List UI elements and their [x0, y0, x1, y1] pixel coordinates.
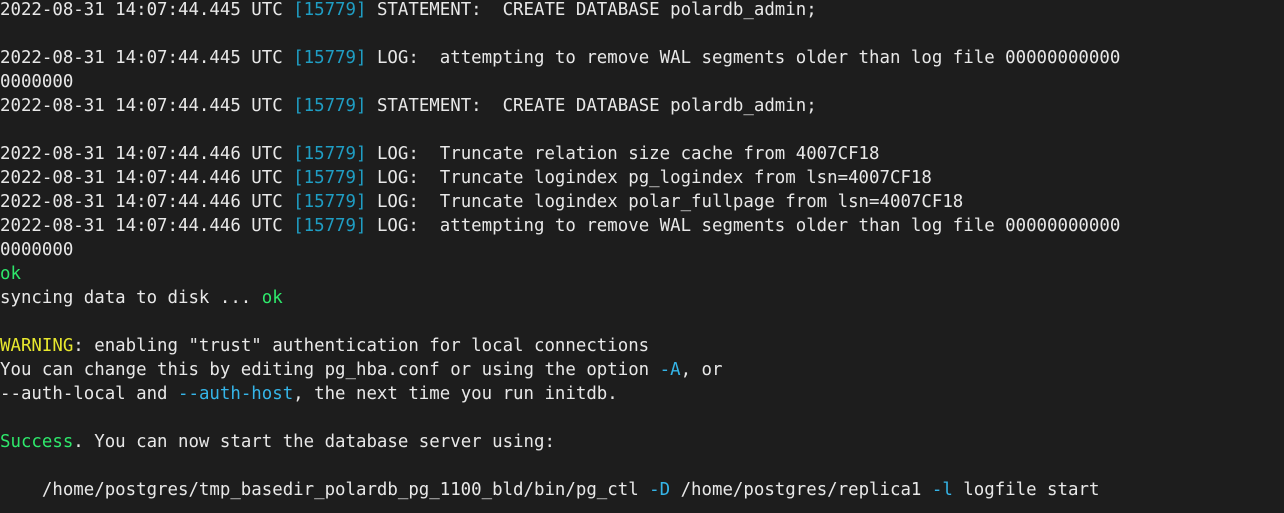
line-12-ok: ok	[0, 262, 1284, 286]
line-10-log-attempting-remove-wal-seg-2: LOG: attempting to remove WAL segments o…	[366, 216, 1121, 236]
line-17-auth-local-auth-host: --auth-local and --auth-host, the next t…	[0, 382, 1284, 406]
line-19-success-start-server: Success. You can now start the database …	[0, 430, 1284, 454]
line-4-wal-filename-wrap: 0000000	[0, 70, 1284, 94]
line-12-ok-seg-0: ok	[0, 264, 21, 284]
line-20-blank	[0, 454, 1284, 478]
line-8-truncate-logindex-pg-logindex-seg-1: [15779]	[293, 168, 367, 188]
line-16-change-pg-hba-conf-seg-2: , or	[680, 360, 723, 380]
line-11-wal-filename-wrap-seg-0: 0000000	[0, 240, 74, 260]
line-19-success-start-server-seg-0: Success	[0, 432, 74, 452]
line-8-truncate-logindex-pg-logindex-seg-2: LOG: Truncate logindex pg_logindex from …	[366, 168, 932, 188]
line-3-log-attempting-remove-wal: 2022-08-31 14:07:44.445 UTC [15779] LOG:…	[0, 46, 1284, 70]
line-13-syncing-data-to-disk: syncing data to disk ... ok	[0, 286, 1284, 310]
line-16-change-pg-hba-conf: You can change this by editing pg_hba.co…	[0, 358, 1284, 382]
line-10-log-attempting-remove-wal-seg-0: 2022-08-31 14:07:44.446 UTC	[0, 216, 294, 236]
line-10-log-attempting-remove-wal: 2022-08-31 14:07:44.446 UTC [15779] LOG:…	[0, 214, 1284, 238]
line-21-pg-ctl-command-seg-0: /home/postgres/tmp_basedir_polardb_pg_11…	[0, 480, 650, 500]
line-14-blank	[0, 310, 1284, 334]
line-4-wal-filename-wrap-seg-0: 0000000	[0, 72, 74, 92]
line-5-statement-create-database-seg-2: STATEMENT: CREATE DATABASE polardb_admin…	[366, 96, 817, 116]
line-9-truncate-logindex-polar-fullpage-seg-0: 2022-08-31 14:07:44.446 UTC	[0, 192, 294, 212]
line-15-warning-trust-authentication-seg-0: WARNING	[0, 336, 74, 356]
line-7-truncate-relation-size-cache-seg-1: [15779]	[293, 144, 367, 164]
line-1-statement-create-database-seg-1: [15779]	[293, 0, 367, 20]
line-18-blank	[0, 406, 1284, 430]
line-9-truncate-logindex-polar-fullpage-seg-2: LOG: Truncate logindex polar_fullpage fr…	[366, 192, 964, 212]
line-1-statement-create-database-seg-0: 2022-08-31 14:07:44.445 UTC	[0, 0, 294, 20]
line-13-syncing-data-to-disk-seg-1: ok	[261, 288, 283, 308]
line-11-wal-filename-wrap: 0000000	[0, 238, 1284, 262]
line-9-truncate-logindex-polar-fullpage-seg-1: [15779]	[293, 192, 367, 212]
line-9-truncate-logindex-polar-fullpage: 2022-08-31 14:07:44.446 UTC [15779] LOG:…	[0, 190, 1284, 214]
line-15-warning-trust-authentication-seg-1: : enabling "trust" authentication for lo…	[73, 336, 650, 356]
line-6-blank	[0, 118, 1284, 142]
line-16-change-pg-hba-conf-seg-1: -A	[659, 360, 681, 380]
line-21-pg-ctl-command: /home/postgres/tmp_basedir_polardb_pg_11…	[0, 478, 1284, 502]
line-10-log-attempting-remove-wal-seg-1: [15779]	[293, 216, 367, 236]
line-5-statement-create-database-seg-0: 2022-08-31 14:07:44.445 UTC	[0, 96, 294, 116]
line-21-pg-ctl-command-seg-4: logfile start	[952, 480, 1100, 500]
line-3-log-attempting-remove-wal-seg-0: 2022-08-31 14:07:44.445 UTC	[0, 48, 294, 68]
line-17-auth-local-auth-host-seg-1: --auth-host	[178, 384, 294, 404]
line-7-truncate-relation-size-cache-seg-2: LOG: Truncate relation size cache from 4…	[366, 144, 880, 164]
line-1-statement-create-database: 2022-08-31 14:07:44.445 UTC [15779] STAT…	[0, 0, 1284, 22]
line-19-success-start-server-seg-1: . You can now start the database server …	[73, 432, 555, 452]
line-8-truncate-logindex-pg-logindex-seg-0: 2022-08-31 14:07:44.446 UTC	[0, 168, 294, 188]
line-17-auth-local-auth-host-seg-2: , the next time you run initdb.	[293, 384, 618, 404]
line-8-truncate-logindex-pg-logindex: 2022-08-31 14:07:44.446 UTC [15779] LOG:…	[0, 166, 1284, 190]
line-3-log-attempting-remove-wal-seg-2: LOG: attempting to remove WAL segments o…	[366, 48, 1121, 68]
line-21-pg-ctl-command-seg-1: -D	[649, 480, 671, 500]
line-21-pg-ctl-command-seg-2: /home/postgres/replica1	[670, 480, 932, 500]
line-17-auth-local-auth-host-seg-0: --auth-local and	[0, 384, 178, 404]
line-15-warning-trust-authentication: WARNING: enabling "trust" authentication…	[0, 334, 1284, 358]
line-5-statement-create-database: 2022-08-31 14:07:44.445 UTC [15779] STAT…	[0, 94, 1284, 118]
line-1-statement-create-database-seg-2: STATEMENT: CREATE DATABASE polardb_admin…	[366, 0, 817, 20]
line-2-blank	[0, 22, 1284, 46]
line-7-truncate-relation-size-cache-seg-0: 2022-08-31 14:07:44.446 UTC	[0, 144, 294, 164]
terminal-output-pane[interactable]: 2022-08-31 14:07:44.445 UTC [15779] STAT…	[0, 0, 1284, 513]
line-3-log-attempting-remove-wal-seg-1: [15779]	[293, 48, 367, 68]
line-7-truncate-relation-size-cache: 2022-08-31 14:07:44.446 UTC [15779] LOG:…	[0, 142, 1284, 166]
line-5-statement-create-database-seg-1: [15779]	[293, 96, 367, 116]
line-13-syncing-data-to-disk-seg-0: syncing data to disk ...	[0, 288, 262, 308]
line-21-pg-ctl-command-seg-3: -l	[931, 480, 953, 500]
line-16-change-pg-hba-conf-seg-0: You can change this by editing pg_hba.co…	[0, 360, 660, 380]
